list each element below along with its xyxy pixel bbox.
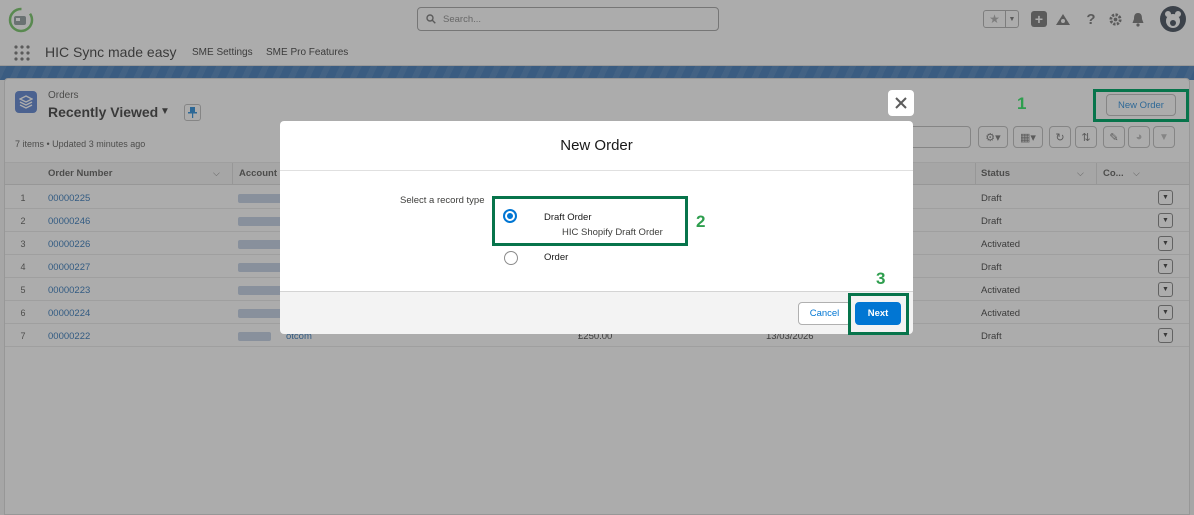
record-type-label: Select a record type: [400, 195, 485, 206]
option-order-label[interactable]: Order: [544, 252, 568, 263]
cancel-button[interactable]: Cancel: [798, 302, 851, 325]
highlight-draft-order: [492, 196, 688, 246]
modal-close-button[interactable]: [888, 90, 914, 116]
radio-order[interactable]: [504, 251, 518, 265]
highlight-new-order: [1093, 89, 1189, 122]
close-icon: [895, 97, 907, 109]
step-1-label: 1: [1017, 94, 1027, 113]
step-2-label: 2: [696, 212, 706, 231]
highlight-next: [848, 293, 909, 335]
modal-title: New Order: [280, 121, 913, 171]
step-3-label: 3: [876, 269, 886, 288]
